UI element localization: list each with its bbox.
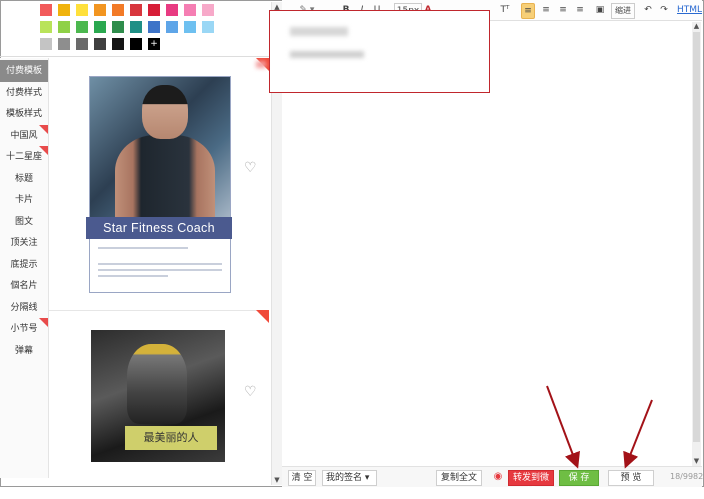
text-style-button[interactable]: Tᵀ — [496, 3, 514, 17]
color-swatch[interactable] — [130, 4, 142, 16]
palette-divider — [0, 56, 270, 57]
sidenav-item[interactable]: 十二星座 — [0, 146, 48, 168]
new-corner-badge — [39, 146, 48, 155]
color-swatch[interactable] — [76, 4, 88, 16]
color-swatch[interactable] — [148, 21, 160, 33]
more-colors-button[interactable]: + — [148, 38, 160, 50]
sidenav-item-label: 分隔线 — [10, 302, 38, 313]
color-swatch[interactable] — [58, 4, 70, 16]
sidenav-item-label: 卡片 — [14, 195, 33, 205]
new-corner-badge — [39, 318, 48, 327]
signature-select[interactable]: 我的签名 ▾ — [322, 470, 377, 486]
sidenav-item-label: 中国风 — [10, 130, 38, 141]
color-swatch[interactable] — [112, 21, 124, 33]
color-swatch[interactable] — [58, 38, 70, 50]
sidenav-item[interactable]: 弹幕 — [0, 340, 48, 362]
color-swatch[interactable] — [58, 21, 70, 33]
scroll-down-icon[interactable]: ▼ — [273, 476, 281, 484]
align-right-button[interactable]: ≡ — [557, 3, 569, 17]
template-banner-title: Star Fitness Coach — [86, 217, 232, 239]
color-swatch[interactable] — [166, 4, 178, 16]
color-swatch[interactable] — [202, 21, 214, 33]
sidenav-item-label: 小节号 — [10, 324, 38, 334]
indent-button[interactable]: 缩进 — [611, 3, 635, 19]
color-swatch[interactable] — [130, 21, 142, 33]
blurred-text — [290, 27, 348, 36]
editor-scrollbar[interactable]: ▲ ▼ — [692, 22, 701, 466]
coach-photo — [90, 77, 230, 217]
scroll-down-icon[interactable]: ▼ — [692, 457, 701, 466]
scroll-up-icon[interactable]: ▲ — [692, 22, 701, 31]
insert-image-icon[interactable]: ▣ — [594, 3, 606, 17]
redo-icon[interactable]: ↷ — [658, 3, 670, 17]
sidenav-item[interactable]: 模板样式 — [0, 103, 48, 125]
html-source-button[interactable]: HTML — [677, 3, 702, 17]
sidenav-item[interactable]: 付费模板 — [0, 60, 48, 82]
color-swatch[interactable] — [184, 21, 196, 33]
sidenav-item-label: 标题 — [14, 173, 33, 184]
align-left-button[interactable]: ≡ — [521, 3, 535, 19]
color-swatch[interactable] — [76, 21, 88, 33]
sidenav-item-label: 弹幕 — [14, 345, 33, 356]
preview-button[interactable]: 预 览 — [608, 470, 654, 486]
template-preview-fitness[interactable]: Star Fitness Coach — [86, 76, 232, 293]
editor-bottom-bar: 清 空 我的签名 ▾ 复制全文 ◉ 转发到微博 保 存 预 览 18/9982 — [282, 466, 704, 497]
sidenav-item-label: 十二星座 — [5, 152, 42, 162]
weibo-icon: ◉ — [493, 471, 503, 482]
favorite-heart-icon[interactable]: ♡ — [244, 161, 258, 175]
sidenav-item-label: 图文 — [14, 216, 33, 227]
highlight-box — [256, 10, 490, 93]
sidenav-item[interactable]: 小节号 — [0, 318, 48, 340]
color-swatch[interactable] — [40, 21, 52, 33]
sidenav-item[interactable]: 顶关注 — [0, 232, 48, 254]
color-swatch[interactable] — [112, 38, 124, 50]
undo-icon[interactable]: ↶ — [642, 3, 654, 17]
clear-button[interactable]: 清 空 — [288, 470, 316, 486]
forward-weibo-button[interactable]: 转发到微博 — [508, 470, 554, 497]
template-card-firefighter[interactable]: 最美丽的人 ♡ — [49, 310, 269, 478]
template-category-nav: 付费模板付费样式模板样式中国风十二星座标题卡片图文顶关注底提示個名片分隔线小节号… — [0, 58, 49, 478]
color-swatch[interactable] — [166, 21, 178, 33]
sidenav-item-label: 付费模板 — [5, 66, 42, 76]
align-justify-button[interactable]: ≡ — [574, 3, 586, 17]
color-swatch[interactable] — [94, 4, 106, 16]
color-swatch[interactable] — [202, 4, 214, 16]
sidenav-item-label: 個名片 — [10, 281, 38, 291]
copy-all-button[interactable]: 复制全文 — [436, 470, 482, 486]
sidenav-item-label: 付费样式 — [5, 87, 42, 98]
sidenav-item[interactable]: 标题 — [0, 168, 48, 190]
blurred-mark — [256, 61, 266, 68]
scrollbar-thumb[interactable] — [693, 32, 700, 442]
paid-corner-badge — [256, 310, 269, 323]
color-swatch[interactable] — [112, 4, 124, 16]
template-banner-title: 最美丽的人 — [125, 426, 217, 450]
character-counter: 18/9982 — [670, 472, 704, 481]
sidenav-item-label: 底提示 — [10, 259, 38, 270]
color-swatch[interactable] — [130, 38, 142, 50]
sidenav-item[interactable]: 图文 — [0, 211, 48, 233]
sidenav-item-label: 顶关注 — [10, 238, 38, 248]
sidenav-item[interactable]: 卡片 — [0, 189, 48, 211]
save-button[interactable]: 保 存 — [559, 470, 599, 486]
color-swatch[interactable] — [184, 4, 196, 16]
align-center-button[interactable]: ≡ — [540, 3, 552, 17]
sidenav-item-label: 模板样式 — [5, 109, 42, 119]
template-list: Star Fitness Coach ♡ 最美丽的人 ♡ — [49, 58, 271, 478]
color-swatch[interactable] — [40, 38, 52, 50]
new-corner-badge — [39, 124, 48, 134]
color-swatch[interactable] — [40, 4, 52, 16]
template-preview-firefighter[interactable]: 最美丽的人 — [91, 330, 225, 462]
sidenav-item[interactable]: 付费样式 — [0, 82, 48, 104]
sidenav-item[interactable]: 底提示 — [0, 254, 48, 276]
sidenav-item[interactable]: 分隔线 — [0, 297, 48, 319]
color-swatch[interactable] — [94, 21, 106, 33]
color-swatch[interactable] — [94, 38, 106, 50]
favorite-heart-icon[interactable]: ♡ — [244, 385, 258, 399]
color-swatch[interactable] — [76, 38, 88, 50]
sidenav-item[interactable]: 中国风 — [0, 124, 48, 147]
blurred-text — [290, 51, 364, 58]
sidenav-item[interactable]: 個名片 — [0, 275, 48, 297]
template-card-fitness[interactable]: Star Fitness Coach ♡ — [49, 58, 269, 311]
color-swatch[interactable] — [148, 4, 160, 16]
